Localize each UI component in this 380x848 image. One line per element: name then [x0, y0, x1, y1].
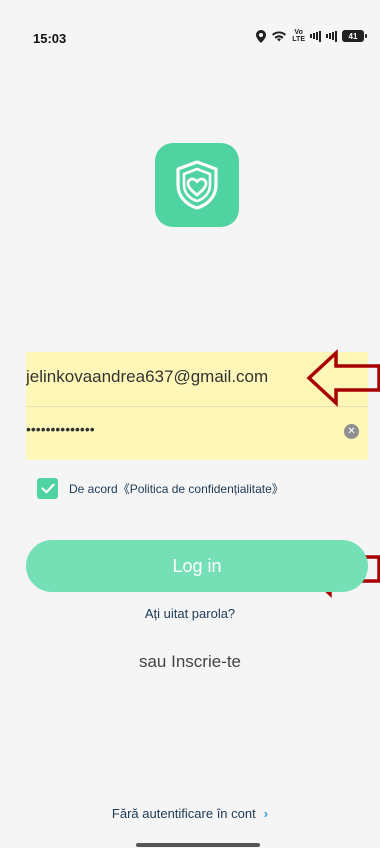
- home-indicator[interactable]: [136, 843, 260, 847]
- location-icon: [256, 29, 267, 43]
- checkmark-icon: [40, 483, 55, 494]
- signal-icon: [310, 30, 321, 42]
- password-row: ✕: [26, 407, 368, 460]
- status-bar: 15:03 Vo LTE 41: [0, 0, 380, 60]
- volte-bottom-label: LTE: [292, 36, 305, 43]
- forgot-password-link[interactable]: Ați uitat parola?: [0, 606, 380, 621]
- signal-icon-2: [326, 30, 337, 42]
- login-button[interactable]: Log in: [26, 540, 368, 592]
- chevron-right-icon: ›: [263, 806, 269, 821]
- app-logo: [155, 143, 239, 227]
- wifi-icon: [271, 30, 287, 42]
- email-field[interactable]: [26, 367, 326, 387]
- close-icon: ✕: [347, 426, 356, 437]
- password-field[interactable]: [26, 421, 306, 437]
- signup-link[interactable]: sau Inscrie-te: [0, 652, 380, 672]
- volte-indicator: Vo LTE: [292, 29, 305, 43]
- battery-icon: 41: [342, 30, 367, 42]
- battery-level: 41: [348, 31, 358, 41]
- status-icons: Vo LTE 41: [256, 29, 367, 43]
- privacy-agreement[interactable]: De acord《Politica de confidențialitate》: [37, 478, 284, 499]
- continue-without-login-link[interactable]: Fără autentificare în cont ›: [0, 806, 380, 821]
- annotation-arrow-email: [306, 349, 380, 407]
- status-time: 15:03: [33, 31, 67, 46]
- clear-password-button[interactable]: ✕: [344, 424, 359, 439]
- continue-without-login-label: Fără autentificare în cont: [111, 806, 256, 821]
- shield-heart-icon: [176, 160, 218, 210]
- volte-top-label: Vo: [294, 29, 303, 36]
- privacy-policy-link[interactable]: De acord《Politica de confidențialitate》: [69, 480, 284, 497]
- agree-checkbox[interactable]: [37, 478, 58, 499]
